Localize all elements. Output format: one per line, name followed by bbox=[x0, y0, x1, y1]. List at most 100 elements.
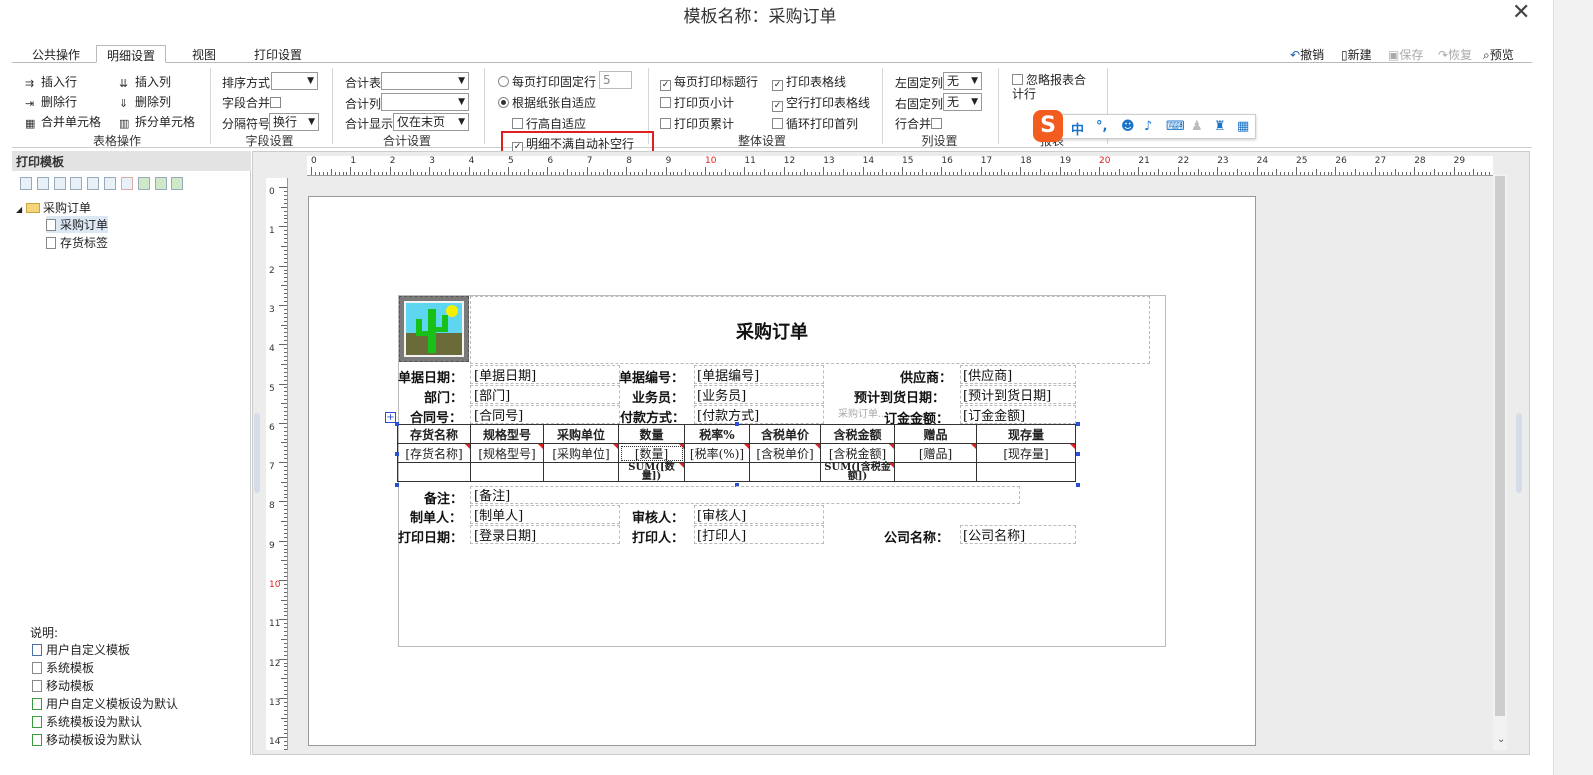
delete-col-button[interactable]: ⇓ 删除列 bbox=[119, 93, 171, 110]
header-cell[interactable]: 采购单位 bbox=[543, 424, 619, 444]
loop-first-col-checkbox[interactable]: 循环打印首列 bbox=[772, 115, 858, 132]
print-date-label[interactable]: 打印日期： bbox=[398, 527, 463, 546]
header-cell[interactable]: 税率% bbox=[684, 424, 750, 444]
copy-template-icon[interactable] bbox=[104, 177, 117, 190]
logo-image[interactable] bbox=[399, 296, 469, 362]
salesman-field[interactable]: [业务员] bbox=[697, 385, 746, 404]
contract-field[interactable]: [合同号] bbox=[474, 405, 523, 424]
export-icon[interactable] bbox=[154, 177, 167, 190]
payment-field[interactable]: [付款方式] bbox=[697, 405, 759, 424]
right-fixed-select[interactable]: 无 ▼ bbox=[943, 93, 982, 111]
skin-shirt-icon[interactable]: ♜ bbox=[1214, 119, 1226, 134]
tree-item-stock-label[interactable]: 存货标签 bbox=[46, 234, 108, 251]
table-cell[interactable]: [规格型号] bbox=[470, 443, 544, 463]
left-fixed-select[interactable]: 无 ▼ bbox=[943, 72, 982, 90]
doc-number-label[interactable]: 单据编号： bbox=[619, 367, 684, 386]
insert-col-button[interactable]: ⇊ 插入列 bbox=[119, 73, 171, 90]
total-table-select[interactable]: ▼ bbox=[381, 72, 469, 90]
sort-select[interactable]: ▼ bbox=[271, 72, 318, 90]
dept-label[interactable]: 部门： bbox=[424, 387, 463, 406]
table-cell[interactable] bbox=[684, 462, 750, 482]
user-icon[interactable]: ♟ bbox=[1191, 119, 1203, 134]
remark-field[interactable]: [备注] bbox=[474, 485, 510, 504]
preview-button[interactable]: ⌕预览 bbox=[1483, 46, 1514, 63]
close-icon[interactable]: ✕ bbox=[1512, 0, 1530, 25]
punctuation-icon[interactable]: °, bbox=[1096, 119, 1107, 134]
right-splitter-handle[interactable] bbox=[1516, 413, 1522, 493]
field-merge-checkbox[interactable]: 字段合并 bbox=[222, 94, 284, 111]
new-template-icon[interactable] bbox=[20, 177, 32, 190]
insert-row-button[interactable]: ⇉ 插入行 bbox=[25, 73, 77, 90]
undo-button[interactable]: ↶撤销 bbox=[1290, 46, 1324, 63]
printer-label[interactable]: 打印人： bbox=[632, 527, 684, 546]
table-cell[interactable] bbox=[894, 462, 977, 482]
print-grid-checkbox[interactable]: ✓ 打印表格线 bbox=[772, 73, 846, 91]
table-cell[interactable]: [含税金额] bbox=[820, 443, 895, 463]
printer-field[interactable]: [打印人] bbox=[697, 525, 746, 544]
table-cell[interactable]: [税率(%)] bbox=[684, 443, 750, 463]
delete-row-button[interactable]: ⇥ 删除行 bbox=[25, 93, 77, 110]
total-col-select[interactable]: ▼ bbox=[381, 93, 469, 111]
table-cell[interactable]: [赠品] bbox=[894, 443, 977, 463]
selection-handle[interactable] bbox=[395, 422, 399, 426]
tab-detail[interactable]: 明细设置 bbox=[96, 45, 167, 63]
save-template-icon[interactable] bbox=[36, 177, 49, 190]
header-cell[interactable]: 规格型号 bbox=[470, 424, 544, 444]
row-height-checkbox[interactable]: 行高自适应 bbox=[512, 115, 586, 132]
header-cell[interactable]: 存货名称 bbox=[397, 424, 471, 444]
selection-handle[interactable] bbox=[1076, 422, 1080, 426]
microphone-icon[interactable]: ♪ bbox=[1144, 119, 1152, 134]
page-cumulative-checkbox[interactable]: 打印页累计 bbox=[660, 115, 734, 132]
supplier-label[interactable]: 供应商： bbox=[900, 367, 952, 386]
tree-item-purchase-order[interactable]: 采购订单 bbox=[46, 216, 109, 233]
remark-label[interactable]: 备注： bbox=[424, 488, 463, 507]
merge-cells-button[interactable]: ▦ 合并单元格 bbox=[25, 113, 101, 130]
fixed-rows-input[interactable]: 5 bbox=[599, 71, 632, 89]
auditor-field[interactable]: [审核人] bbox=[697, 505, 746, 524]
remove-icon[interactable] bbox=[120, 177, 133, 190]
document-title[interactable]: 采购订单 bbox=[736, 318, 808, 344]
collapse-triangle-icon[interactable]: ◢ bbox=[16, 205, 22, 214]
auditor-label[interactable]: 审核人： bbox=[632, 507, 684, 526]
tab-public[interactable]: 公共操作 bbox=[22, 45, 90, 63]
header-cell[interactable]: 含税单价 bbox=[749, 424, 821, 444]
sum-qty-cell[interactable]: SUM([数量]) bbox=[618, 462, 685, 482]
salesman-label[interactable]: 业务员： bbox=[632, 387, 684, 406]
adaptive-radio[interactable]: 根据纸张自适应 bbox=[498, 94, 596, 111]
apps-grid-icon[interactable]: ▦ bbox=[1237, 119, 1249, 134]
selection-handle[interactable] bbox=[395, 452, 399, 456]
supplier-field[interactable]: [供应商] bbox=[963, 365, 1012, 384]
page-subtotal-checkbox[interactable]: 打印页小计 bbox=[660, 94, 734, 111]
ignore-total-checkbox[interactable]: 忽略报表合计行 bbox=[1012, 73, 1094, 101]
delete-template-icon[interactable] bbox=[87, 177, 100, 190]
vertical-scrollbar[interactable] bbox=[1493, 174, 1507, 750]
import-icon[interactable] bbox=[137, 177, 150, 190]
separator-select[interactable]: 换行 ▼ bbox=[269, 113, 319, 131]
ime-mode[interactable]: 中 bbox=[1071, 119, 1084, 138]
table-cell[interactable] bbox=[749, 462, 821, 482]
doc-date-label[interactable]: 单据日期： bbox=[398, 367, 463, 386]
table-cell[interactable]: [存货名称] bbox=[397, 443, 471, 463]
doc-date-field[interactable]: [单据日期] bbox=[474, 365, 536, 384]
redo-button[interactable]: ↷恢复 bbox=[1438, 46, 1472, 63]
company-label[interactable]: 公司名称： bbox=[884, 527, 949, 546]
tab-print[interactable]: 打印设置 bbox=[244, 45, 312, 63]
sum-amount-cell[interactable]: SUM([含税金额]) bbox=[820, 462, 895, 482]
save-button[interactable]: ▣保存 bbox=[1388, 46, 1423, 63]
header-cell[interactable]: 现存量 bbox=[976, 424, 1076, 444]
refresh-icon[interactable] bbox=[171, 177, 184, 190]
header-cell[interactable]: 含税金额 bbox=[820, 424, 895, 444]
new-button[interactable]: ▯新建 bbox=[1341, 46, 1372, 63]
doc-number-field[interactable]: [单据编号] bbox=[697, 365, 759, 384]
table-cell[interactable]: [现存量] bbox=[976, 443, 1076, 463]
tree-folder[interactable]: ◢ 采购订单 bbox=[16, 199, 91, 216]
table-cell[interactable]: [含税单价] bbox=[749, 443, 821, 463]
detail-table[interactable]: 存货名称 规格型号 采购单位 数量 税率% 含税单价 含税金额 赠品 现存量 [… bbox=[397, 424, 1076, 482]
deposit-field[interactable]: [订金金额] bbox=[963, 405, 1025, 424]
table-cell[interactable] bbox=[397, 462, 471, 482]
set-default-icon[interactable] bbox=[70, 177, 83, 190]
maker-label[interactable]: 制单人： bbox=[410, 507, 462, 526]
table-cell-selected[interactable]: [数量] bbox=[618, 443, 685, 463]
header-cell[interactable]: 赠品 bbox=[894, 424, 977, 444]
print-title-row-checkbox[interactable]: ✓ 每页打印标题行 bbox=[660, 73, 758, 91]
